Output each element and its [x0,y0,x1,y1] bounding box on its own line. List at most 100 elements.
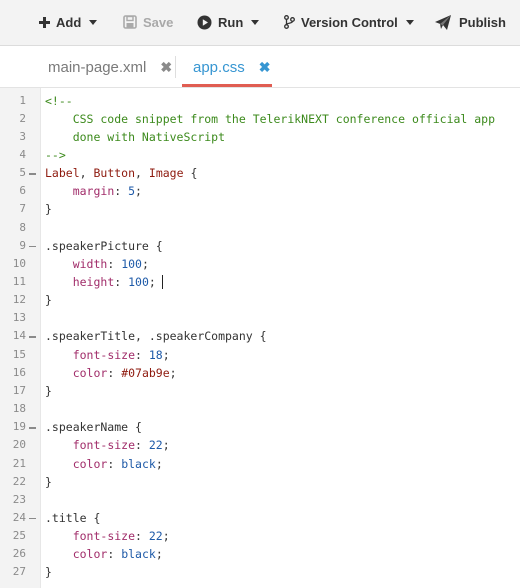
code-line[interactable]: 24 .title { [0,509,520,527]
code-token: #07ab9e [121,365,170,380]
version-control-button[interactable]: Version Control [284,0,414,44]
code-line[interactable]: 11 height: 100; [0,273,520,291]
add-label: Add [56,14,82,30]
code-token: : [114,275,129,289]
code-text: done with NativeScript [45,128,225,146]
branch-icon [284,15,295,29]
code-line[interactable]: 17} [0,382,520,400]
code-token: : [135,529,149,544]
code-line[interactable]: 12} [0,291,520,309]
code-line[interactable]: 6 margin: 5; [0,182,520,200]
code-line[interactable]: 5 Label, Button, Image { [0,164,520,182]
code-token: : [107,547,122,562]
code-text: } [45,200,52,218]
add-button[interactable]: Add [39,0,98,44]
code-line[interactable]: 16 color: #07ab9e; [0,364,520,382]
code-text: .speakerTitle, .speakerCompany { [45,327,267,345]
code-token: : [107,365,122,380]
code-token: } [45,474,52,489]
code-line[interactable]: 20 font-size: 22; [0,436,520,454]
code-text: .speakerName { [45,418,142,436]
code-text: --> [45,146,66,164]
code-token: { [183,166,198,181]
code-token: , [135,166,149,181]
chevron-down-icon [89,20,98,25]
code-token: } [45,565,52,580]
code-text: font-size: 18; [45,346,170,364]
code-token: black [121,547,156,562]
code-line[interactable]: 27} [0,563,520,581]
code-text: color: #07ab9e; [45,364,177,382]
close-icon[interactable]: ✖ [160,60,172,74]
line-number: 17 [12,383,26,397]
line-number: 11 [12,275,26,288]
tab-app-css[interactable]: app.css ✖ [193,46,270,88]
publish-button[interactable]: Publish [435,0,506,44]
code-line[interactable]: 3 done with NativeScript [0,128,520,146]
code-line[interactable]: 7} [0,200,520,218]
code-line[interactable]: 4 --> [0,146,520,164]
code-line[interactable]: 14 .speakerTitle, .speakerCompany { [0,327,520,345]
code-text: color: black; [45,455,163,473]
code-token: { [148,238,163,253]
fold-toggle-icon[interactable] [29,173,36,175]
code-token: margin [72,184,115,199]
code-token: : [107,256,122,271]
line-number: 27 [12,565,26,579]
fold-toggle-icon[interactable] [29,427,36,429]
code-line[interactable]: 1 <!-- [0,92,520,110]
code-token: Button [93,166,136,181]
line-number: 4 [19,147,26,161]
code-text: .speakerPicture { [45,237,163,255]
code-token: ; [155,456,163,471]
code-line[interactable]: 26 color: black; [0,545,520,563]
run-button[interactable]: Run [197,0,260,44]
code-line[interactable]: 9 .speakerPicture { [0,237,520,255]
line-number: 8 [19,220,26,234]
code-line[interactable]: 22} [0,473,520,491]
code-line[interactable]: 18 [0,400,520,418]
code-token: color [72,456,108,471]
run-label: Run [218,14,244,30]
code-line[interactable]: 15 font-size: 18; [0,346,520,364]
toolbar: Add Save Run Version Control Publish [0,0,520,46]
code-token: Label [45,166,80,181]
line-number: 20 [12,438,26,452]
code-line[interactable]: 2 CSS code snippet from the TelerikNEXT … [0,110,520,128]
code-line[interactable]: 8 [0,219,520,237]
code-token: : [114,184,129,199]
close-icon[interactable]: ✖ [259,60,271,74]
code-line[interactable]: 13 [0,309,520,327]
tab-main-page-xml[interactable]: main-page.xml ✖ [48,46,172,88]
code-line[interactable]: 25 font-size: 22; [0,527,520,545]
line-number: 26 [12,547,26,561]
code-token: ; [169,365,177,380]
line-number: 12 [12,293,26,307]
code-editor[interactable]: 1 <!-- 2 CSS code snippet from the Telerik… [0,88,520,588]
code-text: } [45,382,52,400]
code-token: width [72,256,108,271]
fold-toggle-icon[interactable] [29,517,36,520]
code-token: ; [155,547,163,562]
code-line[interactable]: 21 color: black; [0,455,520,473]
code-token: { [252,329,267,344]
code-line[interactable]: 23 [0,491,520,509]
code-line[interactable]: 19 .speakerName { [0,418,520,436]
code-text: <!-- [45,92,73,110]
code-token: Image [148,166,184,181]
code-token: 22 [148,438,163,453]
fold-toggle-icon[interactable] [29,245,36,248]
tab-label: app.css [193,58,245,76]
line-number: 24 [12,510,26,524]
save-button[interactable]: Save [123,0,173,44]
active-tab-indicator [182,84,272,87]
code-line[interactable]: 10 width: 100; [0,255,520,273]
code-token: 22 [148,529,163,544]
fold-toggle-icon[interactable] [29,336,36,338]
code-token: color [72,365,108,380]
